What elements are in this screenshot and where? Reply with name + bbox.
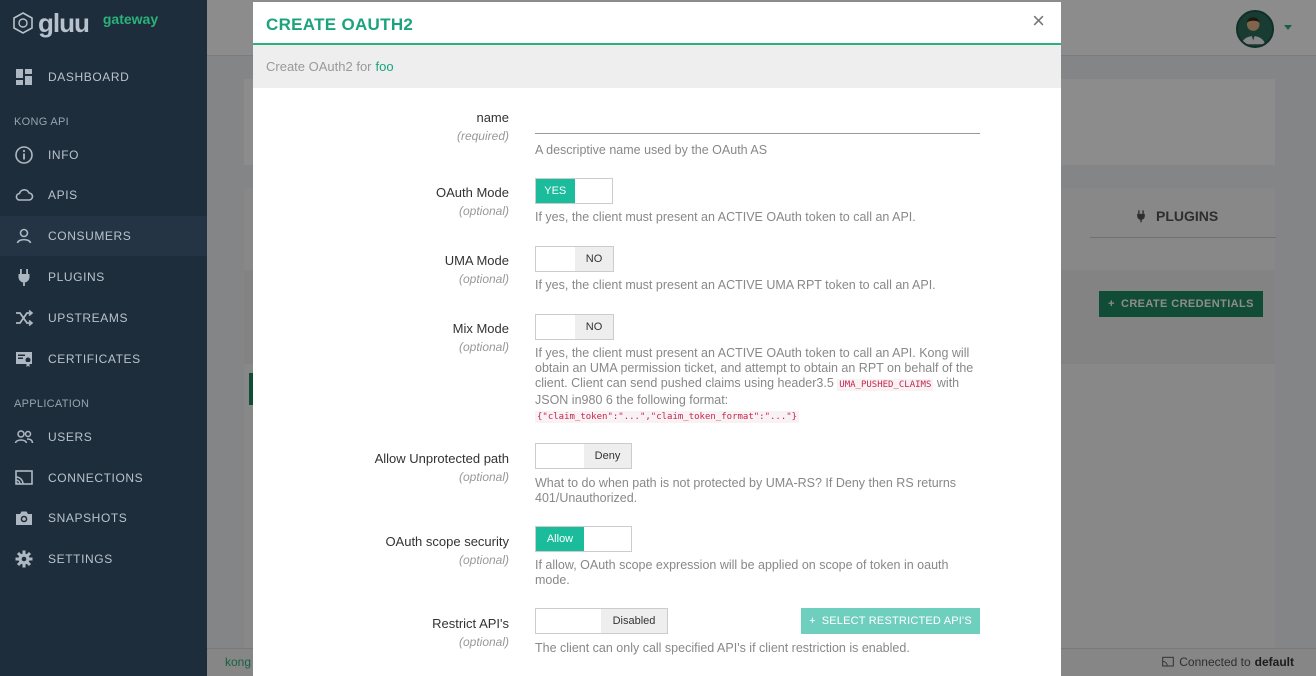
close-icon[interactable]: × [1032,8,1045,34]
modal-subheader: Create OAuth2 for foo [253,45,1061,88]
mix-help-code-1: UMA_PUSHED_CLAIMS [837,379,934,391]
scope-security-help: If allow, OAuth scope expression will be… [535,558,949,587]
sidebar-item-label: CERTIFICATES [48,352,141,366]
toggle-state: Deny [584,444,631,468]
uma-mode-help: If yes, the client must present an ACTIV… [535,278,936,292]
name-help: A descriptive name used by the OAuth AS [535,143,768,157]
sidebar: gluu gateway DASHBOARD KONG API INFO API… [0,0,207,676]
gear-icon [15,550,33,568]
sidebar-item-label: USERS [48,430,93,444]
mix-mode-toggle[interactable]: NO [535,314,614,340]
modal-title: CREATE OAUTH2 [266,15,414,34]
restrict-apis-optional: (optional) [458,635,509,649]
unprotected-help: What to do when path is not protected by… [535,476,957,505]
name-input[interactable] [535,112,980,134]
sidebar-item-apis[interactable]: APIS [0,175,207,215]
oauth-mode-toggle[interactable]: YES [535,178,613,204]
sidebar-item-plugins[interactable]: PLUGINS [0,257,207,297]
create-oauth2-modal: CREATE OAUTH2 × Create OAuth2 for foo na… [253,2,1061,676]
restrict-apis-help: The client can only call specified API's… [535,641,910,655]
sidebar-item-info[interactable]: INFO [0,135,207,175]
toggle-knob [536,247,575,271]
toggle-knob [536,315,575,339]
oauth-mode-optional: (optional) [458,204,509,218]
sidebar-item-users[interactable]: USERS [0,417,207,457]
shuffle-icon [16,309,34,327]
sidebar-item-label: SNAPSHOTS [48,511,128,525]
sidebar-item-label: APIS [48,188,78,202]
mix-help-code-2: {"claim_token":"...","claim_token_format… [535,411,800,423]
cloud-icon [15,189,34,201]
restrict-apis-label: Restrict API's [432,616,509,631]
name-label: name [476,110,509,125]
restrict-apis-toggle[interactable]: Disabled [535,608,668,634]
toggle-state: NO [575,315,613,339]
sidebar-item-consumers[interactable]: CONSUMERS [0,216,207,256]
sidebar-item-upstreams[interactable]: UPSTREAMS [0,298,207,338]
certificate-icon [16,352,32,367]
name-required: (required) [456,129,509,143]
sidebar-item-label: UPSTREAMS [48,311,129,325]
unprotected-label: Allow Unprotected path [374,451,509,466]
sidebar-item-label: CONSUMERS [48,229,132,243]
dashboard-icon [16,69,32,85]
section-kong-api: KONG API [14,116,69,128]
scope-security-optional: (optional) [458,553,509,567]
sidebar-item-label: DASHBOARD [48,70,130,84]
toggle-knob [574,179,612,203]
unprotected-toggle[interactable]: Deny [535,443,632,469]
mix-mode-label: Mix Mode [452,321,509,336]
subtitle-prefix: Create OAuth2 for [266,59,372,74]
toggle-state: Disabled [601,609,667,633]
sidebar-item-settings[interactable]: SETTINGS [0,539,207,579]
select-restricted-apis-button[interactable]: + SELECT RESTRICTED API'S [801,608,980,634]
gluu-logo[interactable]: gluu gateway [12,8,158,38]
sidebar-item-dashboard[interactable]: DASHBOARD [0,57,207,97]
brand-name: gluu [38,7,90,38]
mix-mode-optional: (optional) [458,340,509,354]
toggle-state: YES [536,179,575,203]
users-icon [14,430,34,444]
oauth-mode-help: If yes, the client must present an ACTIV… [535,210,916,224]
toggle-knob [584,527,631,551]
sidebar-item-label: PLUGINS [48,270,105,284]
scope-security-toggle[interactable]: Allow [535,526,632,552]
uma-mode-toggle[interactable]: NO [535,246,614,272]
mix-mode-help: If yes, the client must present an ACTIV… [535,346,983,425]
toggle-knob [536,444,584,468]
scope-security-label: OAuth scope security [385,534,509,549]
cast-icon [15,470,33,485]
sidebar-item-label: SETTINGS [48,552,113,566]
toggle-state: Allow [536,527,584,551]
info-icon [15,146,33,164]
camera-icon [16,511,32,525]
sidebar-item-connections[interactable]: CONNECTIONS [0,458,207,498]
select-restricted-apis-label: SELECT RESTRICTED API'S [821,615,972,627]
user-icon [16,228,32,244]
modal-header: CREATE OAUTH2 × [253,2,1061,45]
plus-icon: + [809,615,816,627]
gluu-logo-icon [13,12,33,34]
uma-mode-label: UMA Mode [444,253,509,268]
toggle-state: NO [575,247,613,271]
plug-icon [18,269,30,286]
sidebar-item-certificates[interactable]: CERTIFICATES [0,339,207,379]
brand-sub: gateway [102,11,159,27]
sidebar-item-label: INFO [48,148,80,162]
oauth-mode-label: OAuth Mode [436,185,509,200]
section-application: APPLICATION [14,398,90,410]
toggle-knob [536,609,601,633]
sidebar-item-snapshots[interactable]: SNAPSHOTS [0,498,207,538]
sidebar-item-label: CONNECTIONS [48,471,144,485]
unprotected-optional: (optional) [458,470,509,484]
uma-mode-optional: (optional) [458,272,509,286]
consumer-name: foo [375,59,394,74]
